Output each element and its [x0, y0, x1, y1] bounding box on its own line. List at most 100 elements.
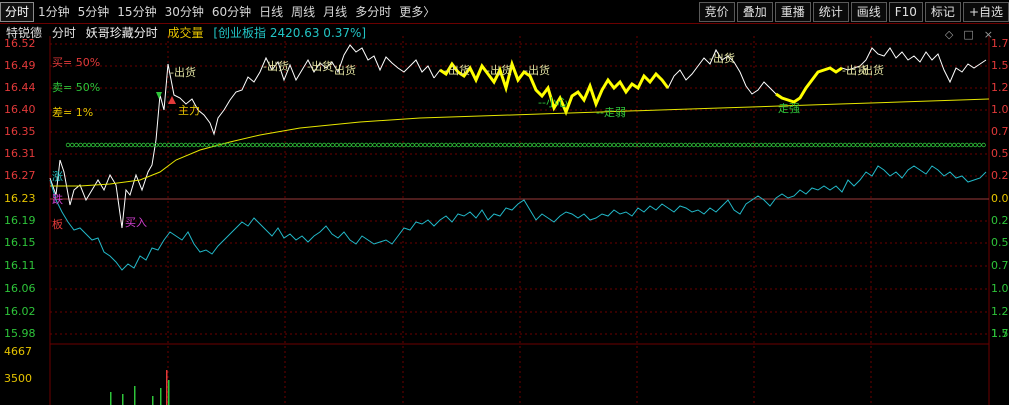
signal-circle	[960, 142, 965, 148]
signal-circle	[74, 142, 79, 148]
signal-circle	[485, 142, 491, 148]
percent-tick: 0.2	[991, 169, 1009, 182]
signal-circle	[515, 142, 520, 148]
signal-circle	[292, 142, 297, 148]
percent-tick: 1.7	[991, 37, 1009, 50]
signal-circle	[880, 142, 885, 148]
sell-signal-label: -出货	[709, 51, 735, 65]
signal-circle	[926, 142, 932, 148]
signal-circle	[498, 142, 503, 148]
buy-signal-label: 买入	[125, 216, 147, 229]
intraday-chart[interactable]: 买= 50%卖= 50%差= 1%涨跌板 买入主力-出货 -出货 -出货-出货 -出货 -…	[0, 0, 1009, 405]
signal-circle	[376, 142, 381, 148]
signal-circle	[796, 142, 801, 148]
signal-circle	[914, 142, 919, 148]
signal-circle	[586, 142, 591, 148]
signal-circle	[704, 142, 709, 148]
up-arrow-icon	[168, 96, 176, 104]
signal-circle	[977, 142, 982, 148]
signal-circle	[687, 142, 692, 148]
signal-circle	[301, 142, 306, 148]
caution-label: --小心	[538, 96, 568, 109]
signal-circle	[259, 142, 264, 148]
signal-circle	[267, 142, 272, 148]
signal-circle	[754, 142, 759, 148]
signal-circle	[968, 142, 974, 148]
price-tick: 16.11	[4, 259, 36, 272]
signal-circle	[431, 142, 436, 148]
signal-circle	[834, 142, 839, 148]
volume-bar	[122, 394, 124, 405]
signal-circle	[897, 142, 902, 148]
signal-circle	[174, 142, 180, 148]
signal-circle	[410, 142, 415, 148]
signal-circle	[69, 142, 75, 148]
signal-circle	[132, 142, 138, 148]
sell-signal-label: -出货	[330, 63, 356, 77]
signal-circle	[884, 142, 890, 148]
signal-circle	[830, 142, 835, 148]
signal-circle	[708, 142, 713, 148]
signal-circle	[519, 142, 524, 148]
signal-circle	[200, 142, 205, 148]
signal-circle	[758, 142, 764, 148]
percent-tick: 0.5	[991, 236, 1009, 249]
signal-circle	[86, 142, 92, 148]
signal-circle	[658, 142, 663, 148]
signal-circle	[569, 142, 575, 148]
percent-axis: 1.7 1.5 1.2 1.0 0.7 0.5 0.2 0.0 0.2 0.5 0.7 1.0 1.2 1…	[989, 36, 1009, 405]
signal-circle	[746, 142, 751, 148]
highlight-segment	[775, 66, 843, 104]
signal-circle	[964, 142, 969, 148]
signal-circle	[918, 142, 923, 148]
signal-circle	[763, 142, 768, 148]
signal-circle	[389, 142, 394, 148]
signal-circle	[943, 142, 948, 148]
signal-circle	[481, 142, 486, 148]
signal-circle	[271, 142, 276, 148]
percent-tick: 0.7	[991, 125, 1009, 138]
signal-circle	[393, 142, 398, 148]
signal-circle	[952, 142, 957, 148]
signal-circle	[460, 142, 465, 148]
signal-circle	[502, 142, 507, 148]
volume-tick: 4667	[4, 345, 32, 358]
main-force-label: 主力	[178, 104, 200, 117]
signal-circle	[275, 142, 281, 148]
signal-circle	[166, 142, 171, 148]
signal-circle	[582, 142, 587, 148]
signal-circle	[712, 142, 717, 148]
signal-circle	[910, 142, 915, 148]
signal-circle	[817, 142, 822, 148]
signal-circle	[313, 142, 318, 148]
signal-circle	[359, 142, 365, 148]
signal-circle	[981, 142, 986, 148]
signal-circle	[700, 142, 705, 148]
signal-circle	[179, 142, 184, 148]
signal-circle	[939, 142, 944, 148]
signal-circle	[368, 142, 373, 148]
signal-circle	[624, 142, 629, 148]
signal-circle	[662, 142, 667, 148]
index-line	[49, 165, 987, 271]
signal-circle	[204, 142, 209, 148]
volume-tick: 3500	[4, 372, 32, 385]
signal-circle	[767, 142, 772, 148]
signal-circle	[670, 142, 675, 148]
signal-circle	[490, 142, 495, 148]
signal-circle	[548, 142, 554, 148]
volume-bar	[134, 386, 136, 405]
signal-circle	[826, 142, 831, 148]
percent-tick: 0.2	[991, 214, 1009, 227]
signal-circle	[254, 142, 260, 148]
signal-circle	[145, 142, 150, 148]
signal-circle	[414, 142, 419, 148]
signal-circle	[195, 142, 201, 148]
signal-circle	[935, 142, 940, 148]
signal-circle	[901, 142, 906, 148]
signal-circle	[973, 142, 978, 148]
signal-circle	[422, 142, 428, 148]
percent-tick: 1.7	[991, 327, 1009, 340]
sell-signal-label: -出货	[263, 59, 289, 73]
signal-circle	[364, 142, 369, 148]
